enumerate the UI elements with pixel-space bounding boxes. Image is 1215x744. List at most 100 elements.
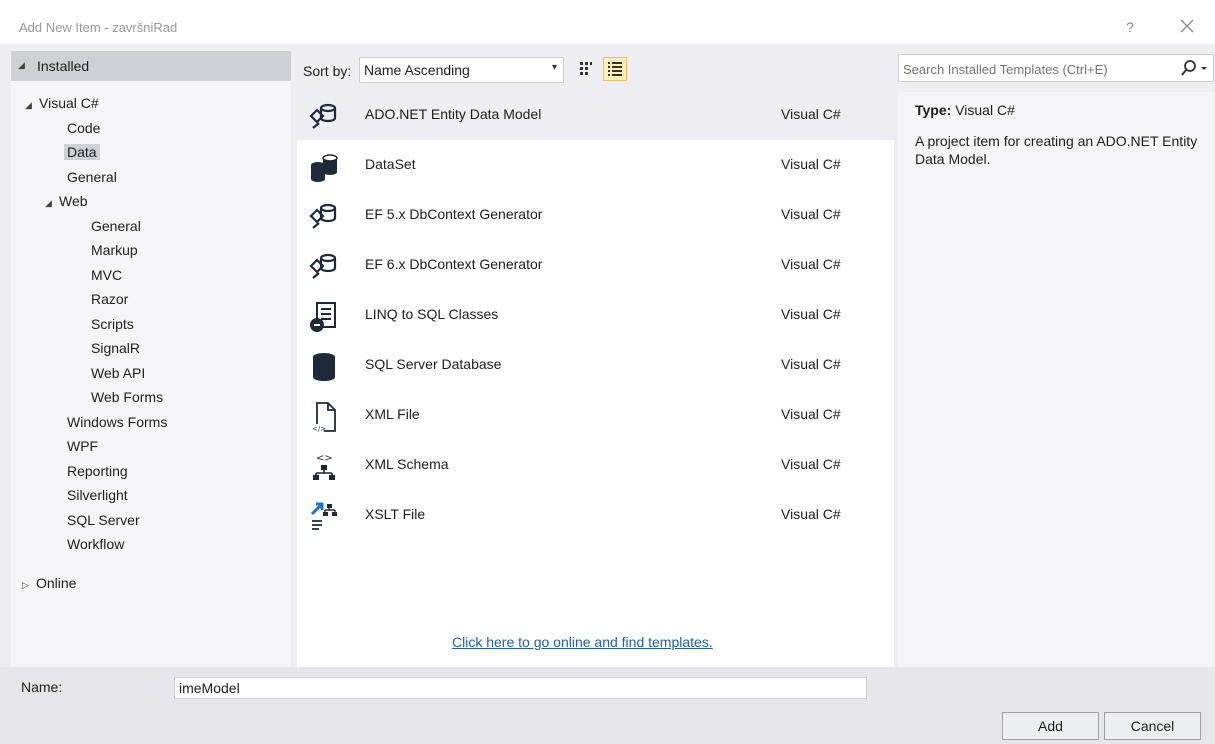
tree-item-scripts[interactable]: Scripts xyxy=(91,314,134,336)
linq-classes-icon xyxy=(310,302,336,332)
template-name: XML Schema xyxy=(365,456,449,472)
tree-item-reporting[interactable]: Reporting xyxy=(67,461,128,483)
tree-item-label: Data xyxy=(64,144,100,160)
close-button[interactable] xyxy=(1176,15,1198,37)
template-description: A project item for creating an ADO.NET E… xyxy=(915,133,1198,167)
small-icons-view-icon xyxy=(580,62,592,75)
sort-label: Sort by: xyxy=(303,63,352,79)
tree-item-visual-csharp[interactable]: ◢ Visual C# xyxy=(25,93,99,115)
tree-item-markup[interactable]: Markup xyxy=(91,240,138,262)
template-language: Visual C# xyxy=(781,356,841,372)
tree-item-label: MVC xyxy=(91,267,123,283)
template-language: Visual C# xyxy=(781,456,841,472)
window-title: Add New Item - završniRad xyxy=(19,20,178,35)
template-language: Visual C# xyxy=(781,406,841,422)
search-templates-box[interactable] xyxy=(898,54,1214,82)
tree-item-label: Reporting xyxy=(67,463,128,479)
template-item-sql-server-database[interactable]: SQL Server Database Visual C# xyxy=(297,342,894,390)
name-label: Name: xyxy=(21,679,63,695)
template-language: Visual C# xyxy=(781,306,841,322)
tree-item-signalr[interactable]: SignalR xyxy=(91,338,140,360)
template-item-xslt-file[interactable]: XSLT File Visual C# xyxy=(297,492,894,540)
online-templates-link[interactable]: Click here to go online and find templat… xyxy=(452,634,713,650)
template-language: Visual C# xyxy=(781,256,841,272)
tree-item-data[interactable]: Data xyxy=(64,142,100,164)
template-item-ef6-dbcontext-generator[interactable]: EF 6.x DbContext Generator Visual C# xyxy=(297,242,894,290)
tree-item-mvc[interactable]: MVC xyxy=(91,265,122,287)
tree-item-label: Workflow xyxy=(67,536,125,552)
template-item-dataset[interactable]: DataSet Visual C# xyxy=(297,142,894,190)
tree-item-label: General xyxy=(67,169,117,185)
tree-item-web[interactable]: ◢ Web xyxy=(45,191,88,213)
tree-item-online[interactable]: ▷ Online xyxy=(22,573,76,595)
tree-item-label: Web Forms xyxy=(91,389,164,405)
tree-item-label: General xyxy=(91,218,141,234)
tree-item-general[interactable]: General xyxy=(67,167,117,189)
template-name: SQL Server Database xyxy=(365,356,502,372)
dataset-icon xyxy=(311,154,338,182)
template-language: Visual C# xyxy=(781,506,841,522)
entity-model-icon xyxy=(309,103,337,129)
template-name: XML File xyxy=(365,406,420,422)
details-view-button[interactable] xyxy=(603,57,627,81)
tree-item-code[interactable]: Code xyxy=(67,118,100,140)
template-item-ef5-dbcontext-generator[interactable]: EF 5.x DbContext Generator Visual C# xyxy=(297,192,894,240)
template-name: DataSet xyxy=(365,156,416,172)
tree-item-web-general[interactable]: General xyxy=(91,216,141,238)
expander-icon[interactable]: ◢ xyxy=(45,193,59,213)
template-list: ADO.NET Entity Data Model Visual C# Data… xyxy=(297,92,894,667)
template-item-ado-net-entity-data-model[interactable]: ADO.NET Entity Data Model Visual C# xyxy=(297,92,894,140)
xslt-file-icon xyxy=(310,502,337,530)
category-tree: ◢ Visual C# Code Data General ◢ Web Genera… xyxy=(11,81,291,667)
database-icon xyxy=(313,353,335,381)
tree-item-label: SQL Server xyxy=(67,512,140,528)
template-name: XSLT File xyxy=(365,506,426,522)
search-input[interactable] xyxy=(903,59,1163,79)
tree-item-label: Visual C# xyxy=(39,95,99,111)
expander-icon[interactable]: ◢ xyxy=(25,95,39,115)
tree-item-label: Silverlight xyxy=(67,487,128,503)
name-input[interactable] xyxy=(174,677,867,699)
type-label: Type: xyxy=(915,102,952,118)
help-button[interactable]: ? xyxy=(1122,19,1138,35)
template-name: LINQ to SQL Classes xyxy=(365,306,499,322)
tree-item-label: Markup xyxy=(91,242,138,258)
details-view-icon xyxy=(608,62,622,76)
tree-item-label: Web API xyxy=(91,365,146,381)
tree-item-label: Web xyxy=(59,193,88,209)
tree-item-web-api[interactable]: Web API xyxy=(91,363,145,385)
installed-header[interactable]: ◢ Installed xyxy=(11,51,291,81)
tree-item-label: Scripts xyxy=(91,316,134,332)
sort-value: Name Ascending xyxy=(364,62,470,78)
tree-item-wpf[interactable]: WPF xyxy=(67,436,98,458)
template-item-linq-to-sql-classes[interactable]: LINQ to SQL Classes Visual C# xyxy=(297,292,894,340)
xml-file-icon: </> xyxy=(311,402,336,433)
tree-item-windows-forms[interactable]: Windows Forms xyxy=(67,412,167,434)
tree-item-sql-server[interactable]: SQL Server xyxy=(67,510,140,532)
small-icons-view-button[interactable] xyxy=(574,57,598,81)
template-item-xml-file[interactable]: </> XML File Visual C# xyxy=(297,392,894,440)
tree-item-label: Windows Forms xyxy=(67,414,168,430)
entity-model-icon xyxy=(309,203,337,229)
expander-icon[interactable]: ▷ xyxy=(22,575,36,595)
template-name: ADO.NET Entity Data Model xyxy=(365,106,542,122)
template-item-xml-schema[interactable]: <> XML Schema Visual C# xyxy=(297,442,894,490)
tree-item-label: Online xyxy=(36,575,77,591)
sort-dropdown[interactable]: Name Ascending ▾ xyxy=(359,57,564,83)
cancel-button[interactable]: Cancel xyxy=(1104,712,1201,740)
tree-item-razor[interactable]: Razor xyxy=(91,289,128,311)
template-name: EF 5.x DbContext Generator xyxy=(365,206,543,222)
tree-item-label: SignalR xyxy=(91,340,141,356)
chevron-down-icon: ▾ xyxy=(551,62,557,73)
tree-item-workflow[interactable]: Workflow xyxy=(67,534,124,556)
type-line: Type: Visual C# xyxy=(915,102,1015,118)
add-button[interactable]: Add xyxy=(1002,712,1099,740)
tree-item-silverlight[interactable]: Silverlight xyxy=(67,485,128,507)
template-language: Visual C# xyxy=(781,206,841,222)
tree-item-web-forms[interactable]: Web Forms xyxy=(91,387,163,409)
search-button[interactable] xyxy=(1179,58,1209,78)
xml-schema-icon: <> xyxy=(313,453,335,480)
expander-icon[interactable]: ◢ xyxy=(18,60,25,71)
type-value: Visual C# xyxy=(955,102,1015,118)
tree-item-label: Code xyxy=(67,120,101,136)
